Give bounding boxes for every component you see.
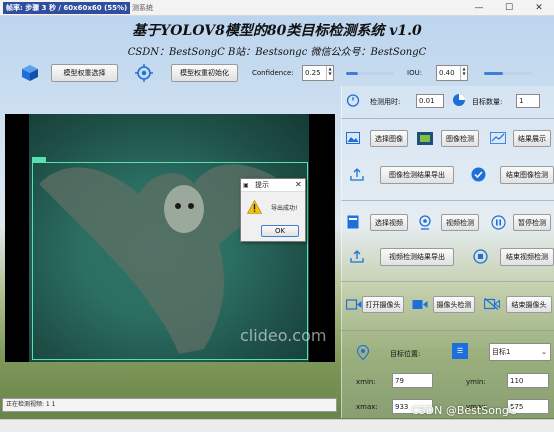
- panel-divider: [341, 200, 554, 201]
- iou-spinbox[interactable]: 0.40 ▲ ▼: [436, 65, 468, 81]
- spin-arrows-icon[interactable]: ▲ ▼: [460, 66, 467, 80]
- target-count-label: 目标数量:: [472, 98, 503, 106]
- check-circle-icon: [470, 166, 486, 182]
- dialog-ok-button[interactable]: OK: [261, 225, 299, 237]
- target-select-dropdown[interactable]: 目标1 ⌄: [489, 343, 551, 361]
- video-camera-icon: [412, 297, 428, 311]
- confidence-slider-fill: [346, 72, 358, 75]
- confidence-slider[interactable]: [346, 72, 394, 75]
- confidence-spinbox[interactable]: 0.25 ▲ ▼: [302, 65, 334, 81]
- close-camera-button[interactable]: 结束摄像头: [506, 296, 552, 313]
- model-weight-init-button[interactable]: 模型权重初始化: [171, 64, 238, 82]
- open-camera-button[interactable]: 打开摄像头: [362, 296, 404, 313]
- video-detect-button[interactable]: 视频检测: [441, 214, 479, 231]
- image-detect-button[interactable]: 图像检测: [441, 130, 479, 147]
- app-icon: ▣: [243, 182, 249, 189]
- stopwatch-icon: [346, 93, 360, 107]
- export-image-results-button[interactable]: 图像检测结果导出: [380, 166, 454, 184]
- video-file-icon: [346, 215, 360, 229]
- video-watermark: clideo.com: [240, 326, 327, 345]
- xmin-label: xmin:: [356, 378, 376, 386]
- iou-slider-fill: [484, 72, 504, 75]
- stop-image-detect-button[interactable]: 结束图像检测: [500, 166, 554, 184]
- xmax-label: xmax:: [356, 403, 378, 411]
- confidence-value: 0.25: [305, 69, 321, 77]
- upload-icon: [350, 249, 364, 263]
- target-settings-icon: [134, 63, 154, 83]
- target-list-icon: ☰: [452, 343, 468, 359]
- minimize-button[interactable]: —: [464, 0, 494, 16]
- show-results-button[interactable]: 结果展示: [513, 130, 551, 147]
- stop-circle-icon: [472, 248, 488, 264]
- app-subtitle: CSDN：BestSongC B站：Bestsongc 微信公众号：BestSo…: [127, 47, 427, 58]
- iou-label: IOU:: [407, 69, 423, 77]
- cube-icon: [20, 63, 40, 83]
- close-button[interactable]: ✕: [524, 0, 554, 16]
- target-position-label: 目标位置:: [390, 350, 421, 358]
- csdn-watermark: CSDN @BestSongC: [411, 404, 517, 417]
- window-bottom-edge: [0, 419, 554, 432]
- target-count-field: 1: [516, 94, 540, 108]
- dialog-close-icon[interactable]: ✕: [295, 180, 302, 189]
- detection-label-tag: [32, 157, 46, 162]
- xmin-field: 79: [392, 373, 433, 388]
- iou-value: 0.40: [439, 69, 455, 77]
- select-video-button[interactable]: 选择视频: [370, 214, 408, 231]
- window-title: 测系统: [132, 4, 153, 12]
- panel-divider: [341, 330, 554, 331]
- export-success-dialog: 提示 ▣ ✕ 导出成功! OK: [240, 178, 306, 242]
- pie-chart-icon: [452, 93, 466, 107]
- pause-detect-button[interactable]: 暂停检测: [513, 214, 551, 231]
- ymin-field: 110: [507, 373, 549, 388]
- target-select-value: 目标1: [492, 348, 511, 356]
- iou-slider[interactable]: [484, 72, 532, 75]
- detect-time-field: 0.01: [416, 94, 444, 108]
- image-icon: [346, 131, 360, 145]
- app-title: 基于YOLOV8模型的80类目标检测系统 v1.0: [132, 23, 422, 39]
- dialog-message: 导出成功!: [271, 205, 298, 212]
- chevron-down-icon: ⌄: [541, 348, 547, 356]
- status-bar: 正在检测视频: 1 1: [2, 398, 337, 412]
- upload-icon: [350, 167, 364, 181]
- model-weight-select-button[interactable]: 模型权重选择: [51, 64, 118, 82]
- confidence-label: Confidence:: [252, 69, 294, 77]
- spin-arrows-icon[interactable]: ▲ ▼: [326, 66, 333, 80]
- pause-icon: [490, 214, 506, 230]
- stop-video-detect-button[interactable]: 结束视频检测: [500, 248, 554, 266]
- select-image-button[interactable]: 选择图像: [370, 130, 408, 147]
- location-pin-icon: [356, 344, 370, 360]
- panel-divider: [341, 281, 554, 282]
- camera-icon: [346, 297, 362, 311]
- warning-icon: [246, 199, 262, 215]
- video-detect-icon: [417, 214, 433, 230]
- fps-overlay: 帧率: 步骤 3 秒 / 60x60x60 (55%): [3, 2, 131, 14]
- detect-time-label: 检测用时:: [370, 98, 401, 106]
- maximize-button[interactable]: ☐: [494, 0, 524, 16]
- ymin-label: ymin:: [466, 378, 486, 386]
- image-detect-icon: [417, 131, 433, 145]
- panel-divider: [341, 118, 554, 119]
- camera-off-icon: [484, 297, 500, 311]
- export-video-results-button[interactable]: 视频检测结果导出: [380, 248, 454, 266]
- camera-detect-button[interactable]: 摄像头检测: [433, 296, 475, 313]
- line-chart-icon: [490, 131, 506, 145]
